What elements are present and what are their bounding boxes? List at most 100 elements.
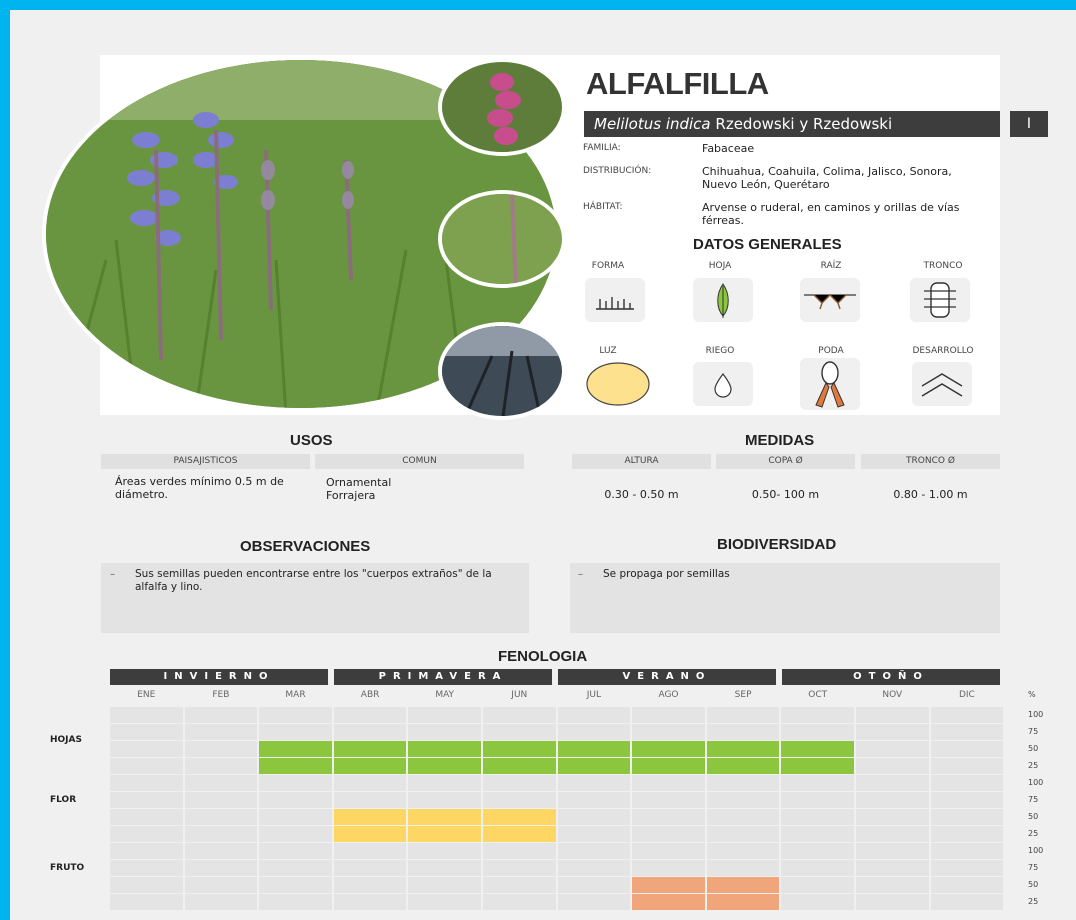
pruning-shears-icon: [800, 358, 860, 410]
phenology-cell: [706, 741, 780, 757]
phenology-cell: [557, 741, 631, 757]
phenology-cell: [259, 724, 332, 740]
percent-tick: 100: [1028, 778, 1044, 787]
phenology-cell: [856, 707, 929, 723]
phenology-cell: [110, 758, 183, 774]
phenology-cell: [781, 826, 854, 842]
phenology-cell: [856, 826, 929, 842]
dg-label-forma: FORMA: [591, 261, 625, 271]
month-label-oct: OCT: [808, 690, 828, 700]
phenology-cell: [557, 707, 631, 723]
phenology-cell: [706, 809, 780, 825]
phenology-cell: [184, 826, 258, 842]
medidas-tronco-value: 0.80 - 1.00 m: [893, 488, 968, 501]
phenology-cell: [259, 792, 332, 808]
phenology-cell: [930, 826, 1004, 842]
phenology-cell: [706, 826, 780, 842]
phenology-cell: [333, 894, 407, 910]
phenology-cell: [408, 877, 481, 893]
phenology-cell: [408, 843, 481, 859]
biodiversidad-title: BIODIVERSIDAD: [717, 536, 837, 553]
phenology-cell: [110, 707, 183, 723]
phenology-cell: [110, 843, 183, 859]
phenology-cell: [632, 860, 705, 876]
phenology-cell: [930, 877, 1004, 893]
phenology-cell: [110, 741, 183, 757]
phenology-cell: [259, 826, 332, 842]
phenology-row-label: HOJAS: [50, 735, 82, 745]
phenology-cell: [856, 775, 929, 791]
medidas-title: MEDIDAS: [745, 432, 815, 449]
phenology-cell: [856, 809, 929, 825]
phenology-cell: [333, 758, 407, 774]
habitat-value: Arvense o ruderal, en caminos y orillas …: [702, 201, 960, 227]
phenology-cell: [184, 707, 258, 723]
month-label-feb: FEB: [212, 690, 230, 700]
flower-closeup-photo: [438, 58, 566, 156]
usos-header-paisajisticos: PAISAJISTICOS: [101, 454, 310, 469]
month-label-abr: ABR: [360, 690, 380, 700]
phenology-cell: [408, 792, 481, 808]
phenology-cell: [408, 809, 481, 825]
percent-label: %: [1028, 690, 1036, 699]
phenology-cell: [930, 792, 1004, 808]
phenology-cell: [333, 724, 407, 740]
phenology-cell: [259, 741, 332, 757]
dg-label-poda: PODA: [818, 346, 844, 356]
observaciones-bullet: –: [110, 569, 115, 580]
phenology-cell: [856, 843, 929, 859]
percent-tick: 25: [1028, 829, 1039, 838]
phenology-cell: [483, 707, 556, 723]
season-otono: OTOÑO: [782, 669, 1000, 685]
phenology-cell: [408, 707, 481, 723]
phenology-cell: [930, 843, 1004, 859]
phenology-cell: [259, 894, 332, 910]
phenology-cell: [632, 894, 705, 910]
percent-tick: 50: [1028, 880, 1039, 889]
phenology-cell: [706, 724, 780, 740]
phenology-cell: [632, 758, 705, 774]
stem-closeup-photo: [438, 190, 566, 288]
month-label-nov: NOV: [882, 690, 903, 700]
phenology-cell: [333, 860, 407, 876]
grass-form-icon: [585, 278, 645, 322]
phenology-cell: [483, 724, 556, 740]
percent-tick: 25: [1028, 897, 1039, 906]
phenology-cell: [930, 894, 1004, 910]
medidas-header-tronco: TRONCO Ø: [861, 454, 1000, 469]
month-label-jul: JUL: [586, 690, 602, 700]
medidas-altura-value: 0.30 - 0.50 m: [604, 488, 679, 501]
phenology-cell: [781, 792, 854, 808]
phenology-cell: [930, 758, 1004, 774]
dg-label-luz: LUZ: [599, 346, 617, 356]
observaciones-text: Sus semillas pueden encontrarse entre lo…: [135, 568, 492, 593]
phenology-cell: [184, 758, 258, 774]
phenology-cell: [408, 758, 481, 774]
phenology-cell: [930, 707, 1004, 723]
phenology-cell: [110, 826, 183, 842]
dg-label-hoja: HOJA: [708, 261, 732, 271]
phenology-cell: [483, 826, 556, 842]
phenology-cell: [259, 809, 332, 825]
trunk-icon: [910, 278, 970, 322]
phenology-cell: [184, 877, 258, 893]
month-label-jun: JUN: [511, 690, 528, 700]
month-label-may: MAY: [435, 690, 455, 700]
medidas-header-altura: ALTURA: [572, 454, 711, 469]
usos-comun-text: Ornamental Forrajera: [326, 476, 392, 502]
phenology-cell: [333, 775, 407, 791]
phenology-cell: [930, 741, 1004, 757]
dg-label-raiz: RAÍZ: [820, 261, 842, 271]
phenology-cell: [706, 707, 780, 723]
phenology-cell: [781, 843, 854, 859]
phenology-cell: [333, 809, 407, 825]
phenology-cell: [408, 741, 481, 757]
phenology-cell: [184, 843, 258, 859]
phenology-cell: [781, 809, 854, 825]
sun-icon: [585, 362, 651, 406]
phenology-cell: [483, 843, 556, 859]
phenology-cell: [856, 894, 929, 910]
phenology-cell: [632, 724, 705, 740]
phenology-cell: [856, 860, 929, 876]
phenology-cell: [557, 792, 631, 808]
